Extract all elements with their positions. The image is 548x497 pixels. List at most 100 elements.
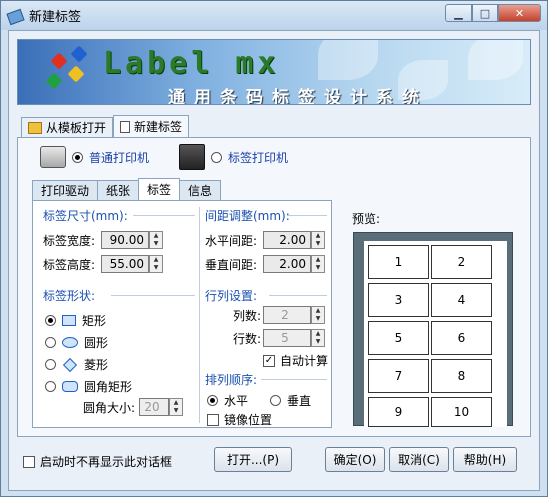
tab-print-driver[interactable]: 打印驱动	[32, 180, 99, 200]
label-width-input[interactable]: 90.00	[101, 231, 149, 249]
label-width-spinner[interactable]: 90.00 ▲ ▼	[101, 231, 163, 249]
window-title: 新建标签	[29, 10, 82, 25]
cols-label: 列数:	[233, 308, 262, 323]
v-spacing-input[interactable]: 2.00	[263, 255, 311, 273]
spin-up-icon[interactable]: ▲	[312, 232, 324, 240]
preview-cell: 7	[368, 359, 429, 393]
spin-up-icon[interactable]: ▲	[170, 399, 182, 407]
tab-open-template[interactable]: 从模板打开	[21, 117, 114, 137]
close-button[interactable]: ✕	[498, 4, 541, 22]
label-settings-panel: 标签尺寸(mm): 标签宽度: 90.00 ▲ ▼ 标签高度: 55.00 ▲ ▼	[32, 200, 332, 428]
spin-down-icon[interactable]: ▼	[312, 240, 324, 248]
cancel-button[interactable]: 取消(C)	[389, 447, 449, 472]
label-width-label: 标签宽度:	[43, 233, 96, 248]
help-button[interactable]: 帮助(H)	[453, 447, 517, 472]
shape-rounded-radio[interactable]	[45, 381, 56, 392]
banner-logo: Label mx	[103, 46, 280, 81]
label-height-input[interactable]: 55.00	[101, 255, 149, 273]
printer-selector: 普通打印机 标签打印机	[40, 144, 288, 170]
preview-heading: 预览:	[352, 212, 381, 226]
mirror-label[interactable]: 镜像位置	[224, 411, 272, 428]
new-label-panel: 普通打印机 标签打印机 打印驱动 纸张 标签 信息 标签尺寸(mm): 标签宽度…	[17, 137, 531, 437]
auto-calc-label[interactable]: 自动计算	[280, 352, 328, 369]
order-horizontal-radio[interactable]	[207, 395, 218, 406]
spin-up-icon[interactable]: ▲	[312, 256, 324, 264]
shape-circle-label[interactable]: 圆形	[84, 334, 108, 351]
preview-cell: 1	[368, 245, 429, 279]
label-printer-icon	[179, 144, 206, 170]
preview-cell: 6	[431, 321, 492, 355]
cols-spinner[interactable]: 2 ▲ ▼	[263, 306, 325, 324]
spin-down-icon[interactable]: ▼	[312, 264, 324, 272]
preview-cell: 8	[431, 359, 492, 393]
rows-input[interactable]: 5	[263, 329, 311, 347]
dialog-client: Label mx 通用条码标签设计系统 从模板打开 新建标签 普通打印机 标签打…	[8, 30, 540, 491]
logo-block-icon	[70, 45, 88, 63]
document-icon	[120, 120, 131, 133]
order-vertical-radio[interactable]	[270, 395, 282, 406]
corner-size-label: 圆角大小:	[83, 400, 136, 415]
spin-down-icon[interactable]: ▼	[312, 338, 324, 346]
grid-heading: 行列设置:	[205, 289, 258, 303]
dont-show-checkbox[interactable]	[23, 455, 35, 468]
dont-show-label[interactable]: 启动时不再显示此对话框	[40, 453, 172, 470]
rectangle-icon	[62, 315, 76, 326]
maximize-button[interactable]: □	[472, 4, 498, 22]
open-button[interactable]: 打开...(P)	[214, 447, 292, 472]
preview-cell: 2	[431, 245, 492, 279]
normal-printer-radio[interactable]	[72, 151, 83, 163]
title-bar[interactable]: 新建标签 ▁ □ ✕	[1, 1, 547, 30]
shape-diamond-label[interactable]: 菱形	[84, 356, 108, 373]
label-shape-heading: 标签形状:	[43, 289, 96, 303]
spin-down-icon[interactable]: ▼	[170, 407, 182, 415]
logo-block-icon	[50, 52, 68, 70]
shape-rounded-label[interactable]: 圆角矩形	[84, 378, 132, 395]
corner-size-input[interactable]: 20	[139, 398, 170, 416]
spin-down-icon[interactable]: ▼	[150, 240, 162, 248]
tab-info[interactable]: 信息	[179, 180, 222, 200]
spacing-heading: 间距调整(mm):	[205, 209, 290, 223]
preview-paper: 1 2 3 4 5 6 7 8 9 10	[364, 241, 507, 427]
diamond-icon	[62, 357, 78, 372]
v-spacing-label: 垂直间距:	[205, 257, 258, 272]
spin-down-icon[interactable]: ▼	[312, 315, 324, 323]
tab-label[interactable]: 标签	[138, 178, 181, 200]
order-vertical-label[interactable]: 垂直	[287, 392, 311, 409]
label-printer-label[interactable]: 标签打印机	[228, 149, 288, 166]
ok-button[interactable]: 确定(O)	[325, 447, 385, 472]
h-spacing-spinner[interactable]: 2.00 ▲ ▼	[263, 231, 325, 249]
shape-diamond-radio[interactable]	[45, 359, 56, 370]
cols-input[interactable]: 2	[263, 306, 311, 324]
mirror-checkbox[interactable]	[207, 413, 219, 426]
rows-spinner[interactable]: 5 ▲ ▼	[263, 329, 325, 347]
normal-printer-icon	[40, 146, 66, 168]
logo-block-icon	[45, 72, 63, 90]
order-horizontal-label[interactable]: 水平	[224, 392, 248, 409]
h-spacing-input[interactable]: 2.00	[263, 231, 311, 249]
normal-printer-label[interactable]: 普通打印机	[89, 149, 149, 166]
spin-up-icon[interactable]: ▲	[312, 330, 324, 338]
label-printer-radio[interactable]	[211, 151, 223, 163]
label-height-spinner[interactable]: 55.00 ▲ ▼	[101, 255, 163, 273]
preview-cell: 5	[368, 321, 429, 355]
preview-cell: 10	[431, 397, 492, 427]
spin-up-icon[interactable]: ▲	[150, 256, 162, 264]
tab-new-label[interactable]: 新建标签	[113, 115, 190, 137]
h-spacing-label: 水平间距:	[205, 233, 258, 248]
tab-paper[interactable]: 纸张	[97, 180, 140, 200]
corner-size-spinner[interactable]: 20 ▲ ▼	[139, 398, 184, 416]
label-height-label: 标签高度:	[43, 257, 96, 272]
spin-down-icon[interactable]: ▼	[150, 264, 162, 272]
ellipse-icon	[62, 337, 78, 348]
shape-rect-label[interactable]: 矩形	[82, 312, 106, 329]
auto-calc-checkbox[interactable]: ✓	[263, 354, 275, 367]
spin-up-icon[interactable]: ▲	[150, 232, 162, 240]
spin-up-icon[interactable]: ▲	[312, 307, 324, 315]
app-icon	[7, 8, 23, 24]
shape-rect-radio[interactable]	[45, 315, 56, 326]
minimize-button[interactable]: ▁	[445, 4, 472, 22]
sub-tabs: 打印驱动 纸张 标签 信息	[32, 178, 222, 202]
shape-circle-radio[interactable]	[45, 337, 56, 348]
v-spacing-spinner[interactable]: 2.00 ▲ ▼	[263, 255, 325, 273]
rows-label: 行数:	[233, 331, 262, 346]
